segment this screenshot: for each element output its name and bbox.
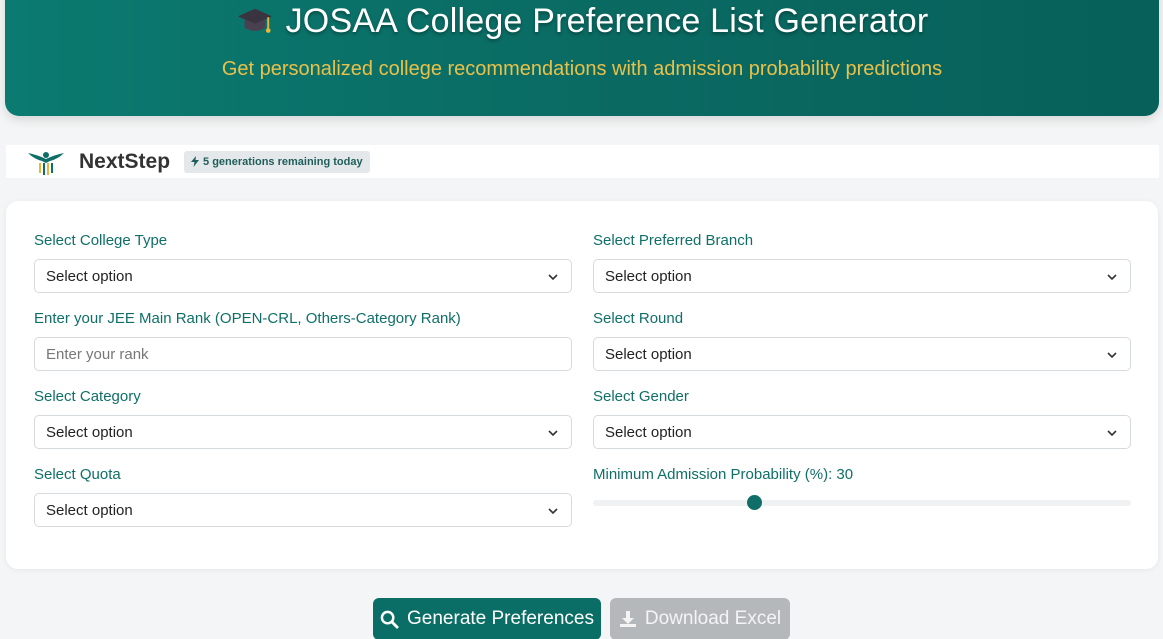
title-text: JOSAA College Preference List Generator [285,2,929,40]
branch-label: Select Preferred Branch [593,232,754,249]
nextstep-logo-icon [28,151,64,175]
generate-label: Generate Preferences [407,608,594,629]
search-icon [380,610,399,629]
category-select[interactable]: Select option [34,415,572,449]
lightning-icon [191,156,200,167]
chevron-down-icon [548,430,558,437]
download-excel-button[interactable]: Download Excel [610,598,790,639]
rank-field: Enter your JEE Main Rank (OPEN-CRL, Othe… [34,310,572,371]
badge-text: 5 generations remaining today [203,155,363,168]
quota-select[interactable]: Select option [34,493,572,527]
brand-bar: NextStep 5 generations remaining today [6,145,1159,178]
category-value: Select option [46,423,133,441]
category-label: Select Category [34,388,141,405]
gender-select[interactable]: Select option [593,415,1131,449]
branch-select[interactable]: Select option [593,259,1131,293]
chevron-down-icon [1107,274,1117,281]
college-type-select[interactable]: Select option [34,259,572,293]
gender-value: Select option [605,423,692,441]
form-card: Select College Type Select option Select… [6,201,1158,569]
chevron-down-icon [548,274,558,281]
college-type-label: Select College Type [34,232,168,249]
graduation-cap-icon [237,8,272,33]
page-title: JOSAA College Preference List Generator [5,2,1159,41]
probability-slider-track[interactable] [593,500,1131,506]
quota-label: Select Quota [34,466,121,483]
quota-field: Select Quota Select option [34,466,572,527]
college-type-value: Select option [46,267,133,285]
generate-preferences-button[interactable]: Generate Preferences [373,598,601,639]
round-field: Select Round Select option [593,310,1131,371]
rank-label: Enter your JEE Main Rank (OPEN-CRL, Othe… [34,310,461,327]
download-icon [619,611,636,627]
rank-input[interactable]: Enter your rank [34,337,572,371]
download-label: Download Excel [644,608,782,629]
gender-field: Select Gender Select option [593,388,1131,449]
page-subtitle: Get personalized college recommendations… [221,58,943,80]
college-type-field: Select College Type Select option [34,232,572,293]
rank-placeholder: Enter your rank [46,345,149,363]
branch-value: Select option [605,267,692,285]
hero-header: JOSAA College Preference List Generator … [5,0,1159,116]
chevron-down-icon [1107,430,1117,437]
chevron-down-icon [1107,352,1117,359]
quota-value: Select option [46,501,133,519]
round-value: Select option [605,345,692,363]
probability-slider-thumb[interactable] [746,495,762,510]
generations-badge: 5 generations remaining today [184,150,370,173]
round-select[interactable]: Select option [593,337,1131,371]
branch-field: Select Preferred Branch Select option [593,232,1131,293]
gender-label: Select Gender [593,388,689,405]
round-label: Select Round [593,310,684,327]
category-field: Select Category Select option [34,388,572,449]
probability-label: Minimum Admission Probability (%): 30 [593,466,854,483]
brand-name: NextStep [79,149,171,173]
chevron-down-icon [548,508,558,515]
